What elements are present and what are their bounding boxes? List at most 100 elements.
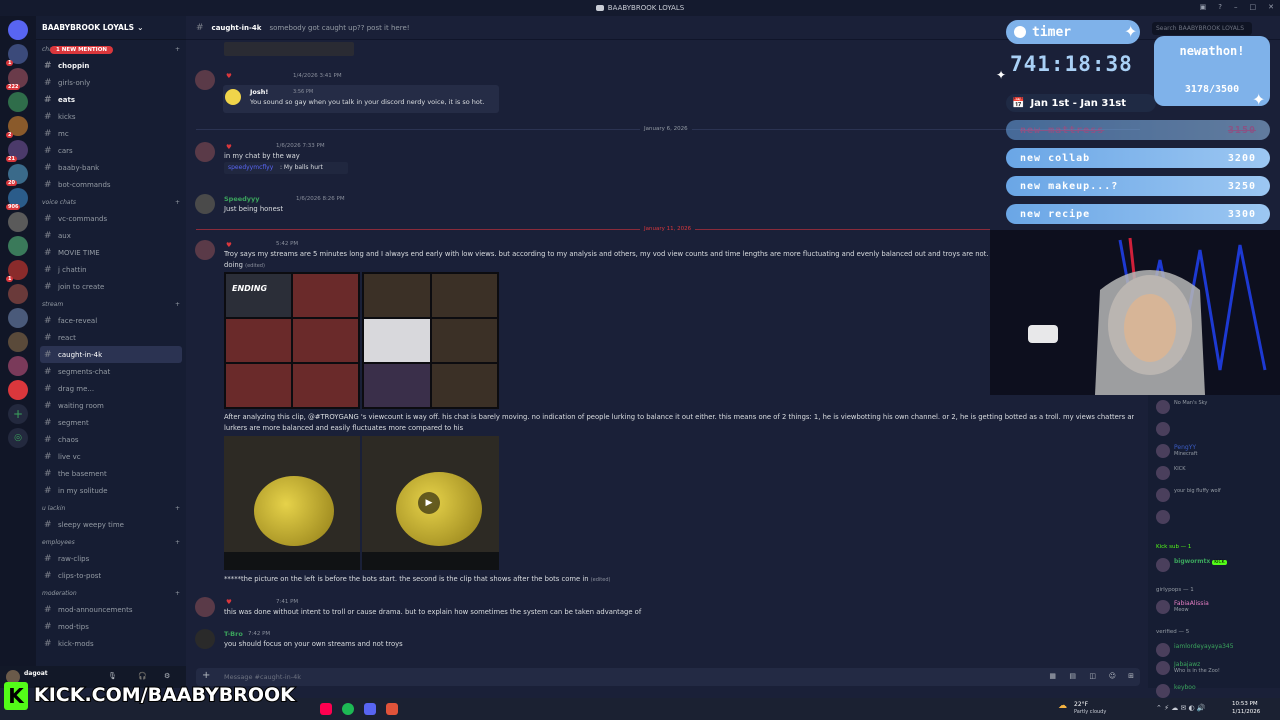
server-icon[interactable]: 1	[6, 260, 28, 282]
channel-item[interactable]: # girls-only	[36, 74, 186, 91]
member-row[interactable]: Jabajawz Who is in the Zoo!	[1156, 661, 1220, 675]
channel-item[interactable]: # sleepy weepy time	[36, 516, 186, 533]
channel-item[interactable]: # bot-commands	[36, 176, 186, 193]
member-row[interactable]	[1156, 422, 1174, 436]
avatar[interactable]	[195, 70, 215, 90]
add-channel-icon[interactable]: +	[175, 46, 180, 53]
image-attachment[interactable]: ENDING	[224, 272, 360, 409]
message-author[interactable]: ♥	[226, 598, 232, 606]
microphone-icon[interactable]: 🎙	[108, 672, 117, 680]
channel-item[interactable]: # drag me...	[36, 380, 186, 397]
server-icon[interactable]: 20	[6, 164, 28, 186]
channel-category[interactable]: employees +	[36, 535, 186, 550]
gif-icon[interactable]: ▤	[1069, 672, 1076, 680]
server-icon[interactable]	[8, 236, 28, 256]
channel-item[interactable]: # mod-announcements	[36, 601, 186, 618]
add-channel-icon[interactable]: +	[175, 539, 180, 546]
member-row[interactable]: keyboo	[1156, 684, 1196, 698]
channel-item[interactable]: # in my solitude	[36, 482, 186, 499]
channel-item[interactable]: # mc	[36, 125, 186, 142]
avatar[interactable]	[195, 194, 215, 214]
emoji-icon[interactable]: ☺	[1109, 672, 1116, 680]
server-icon[interactable]: 1	[6, 44, 28, 66]
member-row[interactable]: PengYY Minecraft	[1156, 444, 1197, 458]
channel-item[interactable]: # MOVIE TIME	[36, 244, 186, 261]
gift-icon[interactable]: ▦	[1049, 672, 1056, 680]
inbox-icon[interactable]: ▣	[1200, 3, 1207, 11]
channel-item[interactable]: # live vc	[36, 448, 186, 465]
message-author[interactable]: ♥	[226, 241, 232, 249]
channel-item[interactable]: # j chattin	[36, 261, 186, 278]
minimize-button[interactable]: –	[1234, 3, 1238, 11]
member-row[interactable]	[1156, 510, 1174, 524]
channel-item[interactable]: # react	[36, 329, 186, 346]
server-icon[interactable]	[8, 212, 28, 232]
avatar[interactable]	[195, 629, 215, 649]
channel-category[interactable]: u lackin +	[36, 501, 186, 516]
image-attachment[interactable]	[224, 436, 360, 570]
tray-icons[interactable]: ⌃ ⚡ ☁ ✉ ◐ 🔊	[1156, 704, 1206, 712]
explore-icon[interactable]: ◎	[8, 428, 28, 448]
channel-item[interactable]: # kicks	[36, 108, 186, 125]
channel-item[interactable]: # cars	[36, 142, 186, 159]
channel-item[interactable]: # clips-to-post	[36, 567, 186, 584]
direct-messages-icon[interactable]	[8, 20, 28, 40]
video-attachment[interactable]: ▶	[362, 436, 499, 570]
channel-item[interactable]: # mod-tips	[36, 618, 186, 635]
avatar[interactable]	[195, 142, 215, 162]
server-icon[interactable]	[8, 308, 28, 328]
member-row[interactable]: FabiaAlissia Meow	[1156, 600, 1209, 614]
channel-item[interactable]: # raw-clips	[36, 550, 186, 567]
help-icon[interactable]: ?	[1218, 3, 1222, 11]
add-channel-icon[interactable]: +	[175, 301, 180, 308]
avatar[interactable]	[195, 240, 215, 260]
reply-author[interactable]: Josh!	[250, 88, 268, 96]
channel-item[interactable]: # aux	[36, 227, 186, 244]
server-icon[interactable]	[8, 380, 28, 400]
headphones-icon[interactable]: 🎧	[138, 672, 147, 680]
new-mention-pill[interactable]: 1 NEW MENTION	[50, 46, 113, 54]
channel-category[interactable]: voice chats +	[36, 195, 186, 210]
channel-item[interactable]: # face-reveal	[36, 312, 186, 329]
close-button[interactable]: ✕	[1268, 3, 1274, 11]
add-channel-icon[interactable]: +	[175, 590, 180, 597]
member-row[interactable]: your big fluffy wolf	[1156, 488, 1221, 502]
channel-item[interactable]: # segments-chat	[36, 363, 186, 380]
message-author[interactable]: T-Bro	[224, 630, 243, 638]
server-icon[interactable]: 2	[6, 116, 28, 138]
sticker-icon[interactable]: ◫	[1089, 672, 1096, 680]
channel-item[interactable]: # eats	[36, 91, 186, 108]
brave-icon[interactable]	[386, 703, 398, 715]
spotify-icon[interactable]	[342, 703, 354, 715]
server-icon[interactable]	[8, 284, 28, 304]
channel-item[interactable]: # chaos	[36, 431, 186, 448]
discord-icon[interactable]	[364, 703, 376, 715]
channel-item[interactable]: # join to create	[36, 278, 186, 295]
image-attachment[interactable]	[362, 272, 499, 409]
member-row[interactable]: KICK	[1156, 466, 1186, 480]
avatar[interactable]	[195, 597, 215, 617]
maximize-button[interactable]: □	[1250, 3, 1257, 11]
channel-item[interactable]: # caught-in-4k	[40, 346, 182, 363]
channel-item[interactable]: # baaby-bank	[36, 159, 186, 176]
server-icon[interactable]	[8, 332, 28, 352]
channel-category[interactable]: moderation +	[36, 586, 186, 601]
server-header[interactable]: BAABYBROOK LOYALS ⌄	[36, 16, 186, 40]
message-input[interactable]: Message #caught-in-4k	[224, 673, 301, 681]
message-author[interactable]: ♥	[226, 72, 232, 80]
member-row[interactable]: No Man's Sky	[1156, 400, 1207, 414]
message-author[interactable]: Speedyyy	[224, 195, 260, 203]
member-row[interactable]: bigwormtx KICK	[1156, 558, 1227, 572]
message-author[interactable]: ♥	[226, 143, 232, 151]
channel-category[interactable]: stream +	[36, 297, 186, 312]
add-channel-icon[interactable]: +	[175, 505, 180, 512]
server-icon[interactable]	[8, 356, 28, 376]
channel-item[interactable]: # choppin	[36, 57, 186, 74]
server-icon[interactable]: 222	[6, 68, 28, 90]
server-icon[interactable]: 906	[6, 188, 28, 210]
channel-item[interactable]: # kick-mods	[36, 635, 186, 652]
member-row[interactable]: iamlordeyayaya345	[1156, 643, 1234, 657]
add-attachment-icon[interactable]: +	[202, 670, 210, 681]
channel-item[interactable]: # the basement	[36, 465, 186, 482]
channel-item[interactable]: # waiting room	[36, 397, 186, 414]
